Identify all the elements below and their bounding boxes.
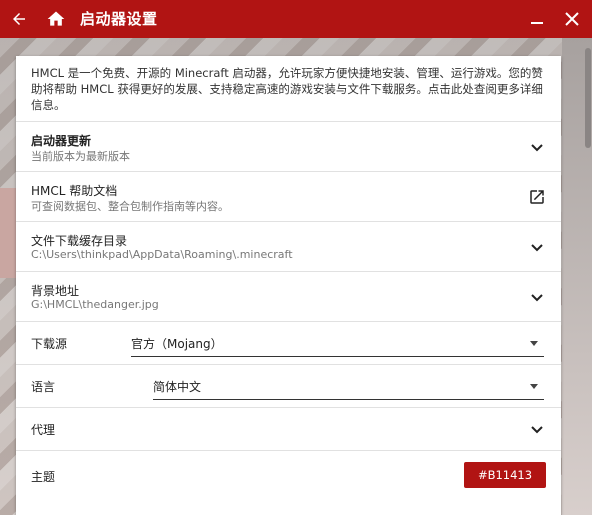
row-title: 文件下载缓存目录: [31, 234, 128, 248]
download-source-select[interactable]: 官方（Mojang）: [131, 330, 544, 357]
download-source-row: 下载源 官方（Mojang）: [16, 322, 561, 365]
launcher-update-row[interactable]: 启动器更新 当前版本为最新版本: [16, 122, 561, 172]
theme-label: 主题: [31, 470, 56, 484]
download-source-value: 官方（Mojang）: [131, 337, 223, 351]
proxy-label: 代理: [31, 423, 56, 437]
download-source-label: 下载源: [31, 337, 68, 351]
row-subtitle: G:\HMCL\thedanger.jpg: [31, 298, 159, 311]
chevron-down-icon[interactable]: [527, 419, 547, 439]
help-docs-row[interactable]: HMCL 帮助文档 可查阅数据包、整合包制作指南等内容。: [16, 172, 561, 222]
row-subtitle: C:\Users\thinkpad\AppData\Roaming\.minec…: [31, 248, 293, 261]
row-title: 背景地址: [31, 284, 80, 298]
close-button[interactable]: [553, 0, 591, 38]
row-title: 启动器更新: [31, 134, 92, 148]
home-button[interactable]: [37, 0, 75, 38]
home-icon: [47, 11, 65, 26]
close-icon: [565, 12, 579, 26]
theme-row: 主题 #B11413: [16, 451, 561, 501]
window-title: 启动器设置: [80, 10, 158, 28]
chevron-down-icon[interactable]: [527, 287, 547, 307]
minimize-icon: [531, 22, 543, 24]
open-external-icon[interactable]: [527, 187, 547, 207]
title-bar: 启动器设置: [0, 0, 592, 38]
language-row: 语言 简体中文: [16, 365, 561, 408]
dropdown-arrow-icon: [530, 341, 538, 346]
row-title: HMCL 帮助文档: [31, 184, 118, 198]
row-subtitle: 当前版本为最新版本: [31, 150, 130, 163]
settings-card: HMCL 是一个免费、开源的 Minecraft 启动器，允许玩家方便快捷地安装…: [16, 56, 561, 515]
chevron-down-icon[interactable]: [527, 237, 547, 257]
download-cache-dir-row[interactable]: 文件下载缓存目录 C:\Users\thinkpad\AppData\Roami…: [16, 222, 561, 272]
proxy-row[interactable]: 代理: [16, 408, 561, 451]
arrow-left-icon: [13, 13, 25, 25]
language-value: 简体中文: [153, 380, 202, 394]
scrollbar-thumb[interactable]: [585, 48, 591, 148]
about-hmcl-text[interactable]: HMCL 是一个免费、开源的 Minecraft 启动器，允许玩家方便快捷地安装…: [16, 56, 561, 122]
dropdown-arrow-icon: [530, 384, 538, 389]
language-select[interactable]: 简体中文: [153, 373, 544, 400]
background-path-row[interactable]: 背景地址 G:\HMCL\thedanger.jpg: [16, 272, 561, 322]
minimize-button[interactable]: [518, 0, 556, 38]
chevron-down-icon[interactable]: [527, 137, 547, 157]
theme-color-picker[interactable]: #B11413: [464, 462, 546, 488]
row-subtitle: 可查阅数据包、整合包制作指南等内容。: [31, 200, 229, 213]
back-button[interactable]: [0, 0, 38, 38]
language-label: 语言: [31, 380, 56, 394]
